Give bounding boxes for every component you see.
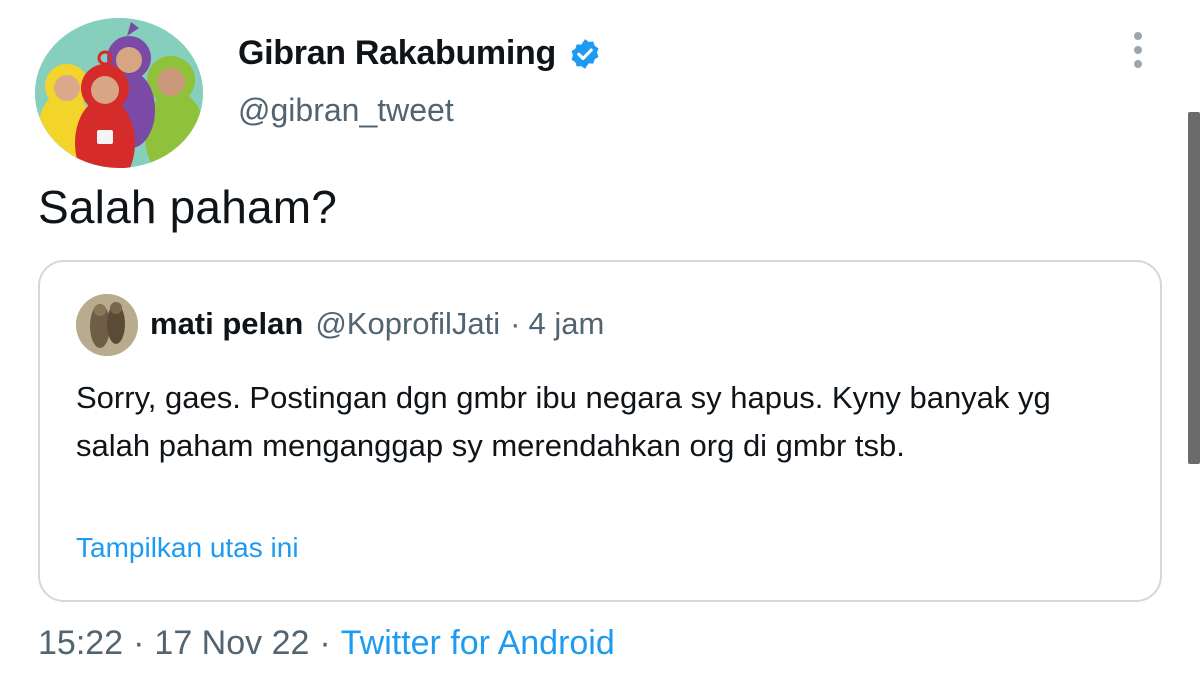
quote-text: Sorry, gaes. Postingan dgn gmbr ibu nega… [76,380,1051,463]
tweet-date[interactable]: 17 Nov 22 [154,624,309,663]
scrollbar[interactable] [1188,112,1200,464]
verified-badge-icon [568,37,602,71]
quote-author-avatar[interactable] [76,294,138,356]
tweet-text: Salah paham? [38,181,338,233]
more-vertical-icon[interactable] [1126,28,1150,72]
quote-author-handle: @KoprofilJati [315,306,501,341]
author-avatar-image [35,18,203,168]
author-avatar[interactable] [35,18,203,168]
quote-header: mati pelan @KoprofilJati · 4 jam [150,306,604,342]
quote-author-name: mati pelan [150,306,304,341]
tweet-detail-view: Gibran Rakabuming @gibran_tweet Salah pa… [0,0,1200,675]
tweet-source-link[interactable]: Twitter for Android [341,624,615,663]
meta-separator: · [319,624,331,662]
quote-author-avatar-image [76,294,138,356]
quoted-tweet-card[interactable]: mati pelan @KoprofilJati · 4 jam Sorry, … [38,260,1162,602]
meta-separator: · [133,624,145,662]
tweet-meta: 15:22 · 17 Nov 22 · Twitter for Android [38,624,615,663]
tweet-time[interactable]: 15:22 [38,624,123,663]
author-name-row: Gibran Rakabuming [238,34,602,73]
show-thread-link[interactable]: Tampilkan utas ini [76,532,299,564]
author-handle[interactable]: @gibran_tweet [238,92,454,129]
quote-separator: · [510,306,521,341]
author-name[interactable]: Gibran Rakabuming [238,34,556,73]
quote-time: 4 jam [528,306,605,341]
